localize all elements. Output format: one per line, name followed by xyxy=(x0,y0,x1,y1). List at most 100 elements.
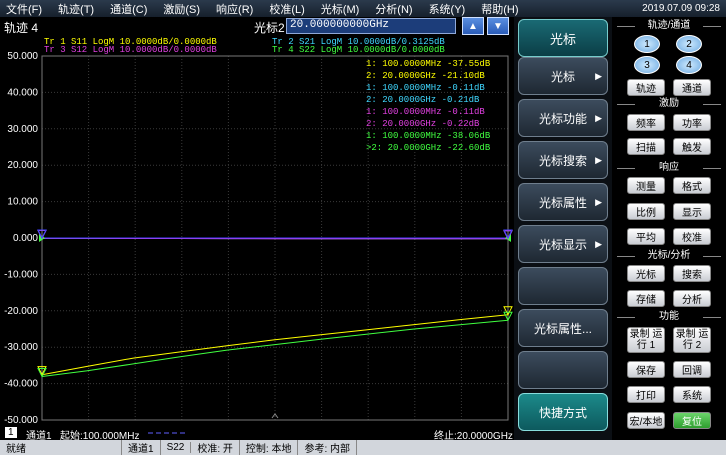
measure-button[interactable]: 测量 xyxy=(627,177,665,194)
section-response: 响应 xyxy=(617,162,721,174)
softkey-empty-1[interactable] xyxy=(518,267,608,305)
trace-legend-entry: Tr 4 S22 LogM 10.0000dB/0.0000dB xyxy=(272,45,445,55)
marker-button[interactable]: 光标 xyxy=(627,265,665,282)
menu-file[interactable]: 文件(F) xyxy=(0,1,50,17)
softkey-empty-2[interactable] xyxy=(518,351,608,389)
trace-header: 轨迹 4 光标2 20.000000000GHz ▲ ▼ xyxy=(0,17,514,36)
marker-readout: 1: 100.0000MHz -38.06dB xyxy=(366,131,491,141)
arrow-down-icon: ▼ xyxy=(493,20,503,32)
calibration-button[interactable]: 校准 xyxy=(673,228,711,245)
menu-stimulus[interactable]: 激励(S) xyxy=(155,1,208,17)
format-button[interactable]: 格式 xyxy=(673,177,711,194)
save-button[interactable]: 保存 xyxy=(627,361,665,378)
menu-channel[interactable]: 通道(C) xyxy=(102,1,155,17)
y-tick-label: 40.000 xyxy=(7,87,38,98)
status-channel: 通道1 xyxy=(122,440,161,455)
softkey-menu-title: 光标 xyxy=(518,19,608,57)
marker-increment-button[interactable]: ▲ xyxy=(462,17,484,35)
menu-marker[interactable]: 光标(M) xyxy=(313,1,368,17)
menu-help[interactable]: 帮助(H) xyxy=(473,1,526,17)
y-tick-label: -30.000 xyxy=(4,342,38,353)
softkey-marker-display[interactable]: 光标显示 ▶ xyxy=(518,225,608,263)
statusbar: 就绪 通道1 S22 校准: 开 控制: 本地 参考: 内部 xyxy=(0,440,726,455)
y-tick-label: -40.000 xyxy=(4,379,38,390)
marker-frequency-input[interactable]: 20.000000000GHz xyxy=(286,18,456,34)
marker-label: 光标2 xyxy=(254,21,285,35)
channel-2-button[interactable]: 2 xyxy=(676,35,702,53)
channel-button[interactable]: 通道 xyxy=(673,79,711,96)
hardkey-panel: 轨迹/通道 1 2 3 4 轨迹 通道 激励 频率 功率 扫描 触发 响应 测量… xyxy=(612,17,726,440)
channel-1-button[interactable]: 1 xyxy=(634,35,660,53)
softkey-marker[interactable]: 光标 ▶ xyxy=(518,57,608,95)
search-button[interactable]: 搜索 xyxy=(673,265,711,282)
chevron-right-icon: ▶ xyxy=(595,238,602,249)
menu-analysis[interactable]: 分析(N) xyxy=(367,1,420,17)
record-run-1-button[interactable]: 录制 运行 1 xyxy=(627,327,665,353)
trigger-button[interactable]: 触发 xyxy=(673,138,711,155)
trace-legend-entry: Tr 3 S12 LogM 10.0000dB/0.0000dB xyxy=(44,45,217,55)
y-tick-label: 10.000 xyxy=(7,197,38,208)
frequency-button[interactable]: 频率 xyxy=(627,114,665,131)
average-button[interactable]: 平均 xyxy=(627,228,665,245)
softkey-marker-properties[interactable]: 光标属性 ▶ xyxy=(518,183,608,221)
marker-readout: >2: 20.0000GHz -22.60dB xyxy=(366,143,491,153)
trace-legend-swatch xyxy=(148,432,188,434)
y-tick-label: 30.000 xyxy=(7,124,38,135)
chevron-right-icon: ▶ xyxy=(595,70,602,81)
recall-button[interactable]: 回调 xyxy=(673,361,711,378)
section-trace-channel: 轨迹/通道 xyxy=(617,20,721,32)
channel-number-badge: 1 xyxy=(5,427,17,438)
analysis-button[interactable]: 分析 xyxy=(673,290,711,307)
y-tick-label: 20.000 xyxy=(7,160,38,171)
y-tick-label: -50.000 xyxy=(4,415,38,426)
menu-system[interactable]: 系统(Y) xyxy=(421,1,474,17)
display-button[interactable]: 显示 xyxy=(673,203,711,220)
active-trace-title: 轨迹 4 xyxy=(4,21,39,35)
marker-readout: 1: 100.0000MHz -0.11dB xyxy=(366,83,485,93)
y-tick-label: 50.000 xyxy=(7,51,38,62)
menu-response[interactable]: 响应(R) xyxy=(208,1,261,17)
softkey-panel: 光标 光标 ▶ 光标功能 ▶ 光标搜索 ▶ 光标属性 ▶ 光标显示 ▶ 光标属性... 快… xyxy=(514,17,612,440)
softkey-marker-function[interactable]: 光标功能 ▶ xyxy=(518,99,608,137)
status-calibration: 校准: 开 xyxy=(191,440,240,455)
menubar: 文件(F) 轨迹(T) 通道(C) 激励(S) 响应(R) 校准(L) 光标(M… xyxy=(0,0,726,17)
softkey-shortcuts[interactable]: 快捷方式 xyxy=(518,393,608,431)
status-control: 控制: 本地 xyxy=(240,440,299,455)
print-button[interactable]: 打印 xyxy=(627,386,665,403)
sweep-button[interactable]: 扫描 xyxy=(627,138,665,155)
chevron-right-icon: ▶ xyxy=(595,112,602,123)
record-run-2-button[interactable]: 录制 运行 2 xyxy=(673,327,711,353)
chevron-right-icon: ▶ xyxy=(595,196,602,207)
y-tick-label: 0.000 xyxy=(13,233,38,244)
status-parameter: S22 xyxy=(161,442,192,453)
scale-button[interactable]: 比例 xyxy=(627,203,665,220)
preset-button[interactable]: 复位 xyxy=(673,412,711,429)
memory-button[interactable]: 存储 xyxy=(627,290,665,307)
softkey-marker-properties-dialog[interactable]: 光标属性... xyxy=(518,309,608,347)
status-ready: 就绪 xyxy=(0,440,122,455)
marker-readout: 2: 20.0000GHz -21.10dB xyxy=(366,71,485,81)
y-tick-label: -20.000 xyxy=(4,306,38,317)
measurement-chart[interactable]: 50.000 40.000 30.000 20.000 10.000 0.000 -10.0… xyxy=(0,36,514,426)
datetime-display: 2019.07.09 09:28 xyxy=(642,3,720,14)
y-tick-label: -10.000 xyxy=(4,269,38,280)
marker-decrement-button[interactable]: ▼ xyxy=(487,17,509,35)
marker-readout: 2: 20.0000GHz -0.21dB xyxy=(366,95,480,105)
marker-readout: 1: 100.0000MHz -0.11dB xyxy=(366,107,485,117)
section-stimulus: 激励 xyxy=(617,98,721,110)
softkey-marker-search[interactable]: 光标搜索 ▶ xyxy=(518,141,608,179)
chevron-right-icon: ▶ xyxy=(595,154,602,165)
menu-calibration[interactable]: 校准(L) xyxy=(261,1,312,17)
channel-3-button[interactable]: 3 xyxy=(634,56,660,74)
menu-trace[interactable]: 轨迹(T) xyxy=(50,1,102,17)
system-button[interactable]: 系统 xyxy=(673,386,711,403)
channel-bottom-bar: 1 通道1 起始:100.000MHz 终止:20.0000GHz xyxy=(0,426,514,442)
marker-readout: 2: 20.0000GHz -0.22dB xyxy=(366,119,480,129)
power-button[interactable]: 功率 xyxy=(673,114,711,131)
section-function: 功能 xyxy=(617,311,721,323)
trace-button[interactable]: 轨迹 xyxy=(627,79,665,96)
channel-4-button[interactable]: 4 xyxy=(676,56,702,74)
section-marker-analysis: 光标/分析 xyxy=(617,250,721,262)
macro-local-button[interactable]: 宏/本地 xyxy=(627,412,665,429)
marker-readout: 1: 100.0000MHz -37.55dB xyxy=(366,59,491,69)
